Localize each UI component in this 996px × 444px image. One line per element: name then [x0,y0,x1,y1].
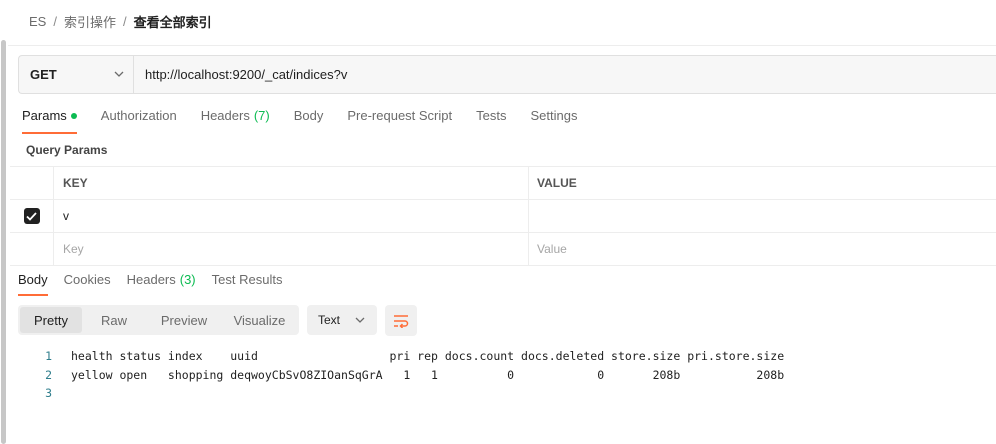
table-row-new: Key Value [10,233,996,266]
left-scrollbar[interactable] [0,0,8,444]
param-checkbox[interactable] [23,208,40,224]
param-value-cell[interactable] [529,200,996,232]
column-header-value: VALUE [537,176,577,190]
response-body[interactable]: 1 health status index uuid pri rep docs.… [18,347,784,403]
tab-label: Cookies [63,272,111,287]
line-text: yellow open shopping deqwoyCbSvO8ZIOanSq… [71,367,785,382]
tab-params[interactable]: Params [22,108,77,134]
line-number: 3 [45,386,52,401]
view-mode-group: Pretty Raw Preview Visualize [18,305,299,335]
tab-tests[interactable]: Tests [476,108,506,134]
request-bar: GET http://localhost:9200/_cat/indices?v [18,55,996,94]
url-input[interactable]: http://localhost:9200/_cat/indices?v [134,56,996,93]
header-divider [8,45,996,46]
scrollbar-thumb[interactable] [1,40,6,444]
row-check-cell [10,233,54,265]
response-tab-cookies[interactable]: Cookies [64,272,111,296]
tab-label: Body [293,108,324,123]
response-tabs: Body Cookies Headers (3) Test Results [18,272,298,296]
tab-label: Tests [476,108,507,123]
breadcrumb-current: 查看全部索引 [133,14,212,30]
tab-label: Test Results [211,272,283,287]
table-row: v [10,200,996,233]
tab-label: Body [18,272,48,287]
breadcrumb-separator: / [122,13,127,29]
view-visualize-button[interactable]: Visualize [222,307,297,333]
breadcrumb-item-index-ops[interactable]: 索引操作 [64,12,116,31]
method-select[interactable]: GET [19,56,134,93]
tab-label: Authorization [100,108,177,123]
tab-label: Headers [126,272,176,287]
code-line: 1 health status index uuid pri rep docs.… [18,347,784,366]
row-check-cell [10,200,54,232]
method-label: GET [30,67,57,82]
view-raw-button[interactable]: Raw [82,307,146,333]
headers-count: (7) [253,108,270,123]
tab-label: Pre-request Script [347,108,453,123]
response-tab-body[interactable]: Body [18,272,48,296]
query-params-table: KEY VALUE v Key Value [10,166,996,266]
tab-label: Settings [530,108,578,123]
view-preview-button[interactable]: Preview [146,307,222,333]
line-number: 2 [45,367,52,382]
format-select[interactable]: Text [307,305,377,335]
request-tabs: Params Authorization Headers (7) Body Pr… [22,108,601,134]
tab-authorization[interactable]: Authorization [101,108,177,134]
code-line: 2 yellow open shopping deqwoyCbSvO8ZIOan… [18,366,784,385]
response-headers-count: (3) [179,272,196,287]
response-tab-headers[interactable]: Headers (3) [127,272,196,296]
code-line: 3 [18,384,784,403]
tab-settings[interactable]: Settings [530,108,577,134]
param-key-cell[interactable]: v [54,200,529,232]
tab-label: Params [22,108,67,123]
line-text: health status index uuid pri rep docs.co… [71,349,785,364]
tab-body[interactable]: Body [294,108,324,134]
breadcrumb: ES / 索引操作 / 查看全部索引 [29,12,212,30]
check-icon [26,211,37,221]
param-key: v [63,209,69,223]
tab-label: Headers [200,108,250,123]
breadcrumb-separator: / [53,13,57,29]
params-active-dot [70,113,77,119]
response-tab-test-results[interactable]: Test Results [212,272,283,296]
tab-headers[interactable]: Headers (7) [201,108,270,134]
table-header-row: KEY VALUE [10,167,996,200]
new-key-input[interactable]: Key [54,233,529,265]
tab-pre-request-script[interactable]: Pre-request Script [347,108,452,134]
query-params-title: Query Params [26,143,108,157]
wrap-lines-button[interactable] [385,305,417,336]
view-pretty-button[interactable]: Pretty [20,307,82,333]
key-placeholder: Key [63,242,84,256]
column-header-key: KEY [63,176,88,190]
format-label: Text [318,313,341,327]
chevron-down-icon [114,69,124,80]
header-check-cell [10,167,54,199]
chevron-down-icon [355,315,365,326]
new-value-input[interactable]: Value [529,233,996,265]
wrap-lines-icon [394,314,409,328]
breadcrumb-item-es[interactable]: ES [29,14,46,29]
line-number: 1 [45,349,52,364]
value-placeholder: Value [537,242,567,256]
